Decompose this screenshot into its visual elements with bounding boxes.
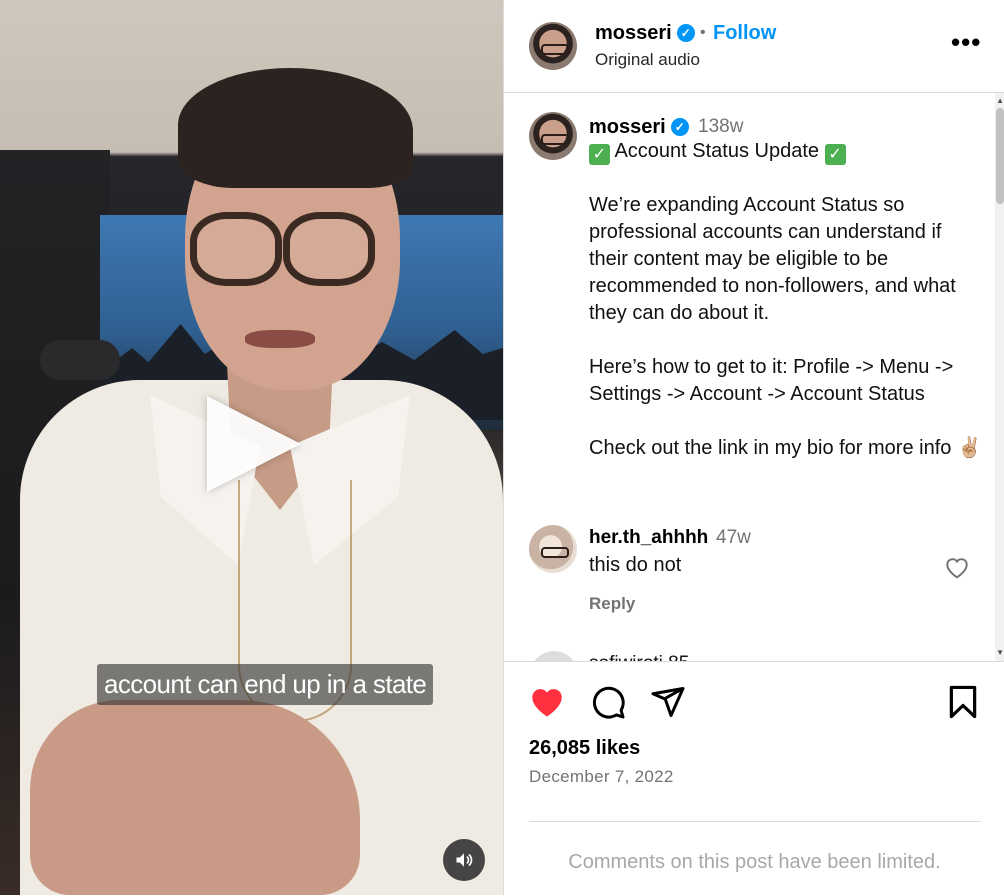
mute-toggle-button[interactable] [443, 839, 485, 881]
commenter-avatar[interactable] [530, 651, 578, 661]
comment-timestamp[interactable]: 47w [716, 527, 751, 549]
video-player[interactable]: account can end up in a state [0, 0, 503, 895]
post-header: mosseri ✓ • Follow Original audio ••• [504, 0, 1004, 93]
check-emoji-icon: ✓ [824, 144, 846, 165]
comment-button[interactable] [590, 684, 626, 725]
bookmark-icon [949, 685, 977, 719]
heart-filled-icon [532, 689, 562, 717]
comment-like-button[interactable] [944, 555, 970, 584]
background-microphone [40, 340, 120, 380]
header-username-link[interactable]: mosseri ✓ [595, 22, 695, 45]
separator-dot: • [700, 24, 706, 41]
post-date: December 7, 2022 [529, 767, 674, 786]
likes-count[interactable]: 26,085 likes [529, 737, 640, 760]
original-audio-link[interactable]: Original audio [595, 50, 700, 70]
comments-limited-notice: Comments on this post have been limited. [568, 851, 941, 873]
person-hands [30, 700, 360, 895]
verified-badge-icon: ✓ [676, 24, 695, 42]
caption-avatar[interactable] [529, 112, 577, 160]
reply-button[interactable]: Reply [589, 594, 635, 614]
comment-username[interactable]: sofiwiroti 85 [589, 653, 689, 661]
caption-paragraph: We’re expanding Account Status so profes… [589, 194, 956, 324]
caption-paragraph: Check out the link in my bio for more in… [589, 437, 982, 459]
check-emoji-icon: ✓ [589, 144, 610, 165]
person-hair [178, 68, 413, 188]
scroll-up-arrow-icon[interactable]: ▲ [996, 96, 1004, 105]
glasses-left-lens [190, 212, 282, 286]
comments-scroll-area[interactable]: mosseri ✓ 138w ✓ Account Status Update ✓ … [504, 93, 1004, 661]
comment-username[interactable]: her.th_ahhhh [589, 527, 708, 549]
divider [529, 821, 981, 822]
verified-badge-icon: ✓ [670, 118, 689, 136]
speaker-icon [456, 853, 473, 867]
video-caption-overlay: account can end up in a state [97, 664, 434, 705]
avatar[interactable] [529, 22, 577, 70]
more-options-icon[interactable]: ••• [951, 29, 981, 55]
scrollbar-thumb[interactable] [996, 108, 1004, 204]
comment-icon [592, 686, 625, 719]
caption-paragraph: Here’s how to get to it: Profile -> Menu… [589, 356, 954, 405]
glasses-right-lens [283, 212, 375, 286]
caption-username[interactable]: mosseri [589, 116, 666, 138]
scroll-down-arrow-icon[interactable]: ▼ [996, 648, 1004, 657]
heart-outline-icon [946, 558, 968, 579]
commenter-avatar[interactable] [529, 525, 577, 573]
caption-title: Account Status Update [614, 140, 820, 162]
share-button[interactable] [650, 684, 686, 725]
post-sidebar: mosseri ✓ • Follow Original audio ••• mos… [503, 0, 1004, 895]
follow-button[interactable]: Follow [713, 22, 776, 45]
caption-timestamp[interactable]: 138w [698, 116, 743, 138]
share-icon [651, 687, 685, 717]
like-button[interactable] [528, 684, 566, 723]
person-mouth [245, 330, 315, 348]
post-actions: 26,085 likes December 7, 2022 Comments o… [504, 661, 1004, 896]
save-button[interactable] [947, 684, 979, 725]
play-icon[interactable] [207, 396, 301, 492]
header-username[interactable]: mosseri [595, 22, 672, 44]
post-caption: ✓ Account Status Update ✓ We’re expandin… [589, 138, 984, 489]
comment-text: this do not [589, 554, 682, 576]
caption-username-link[interactable]: mosseri ✓ [589, 116, 689, 139]
